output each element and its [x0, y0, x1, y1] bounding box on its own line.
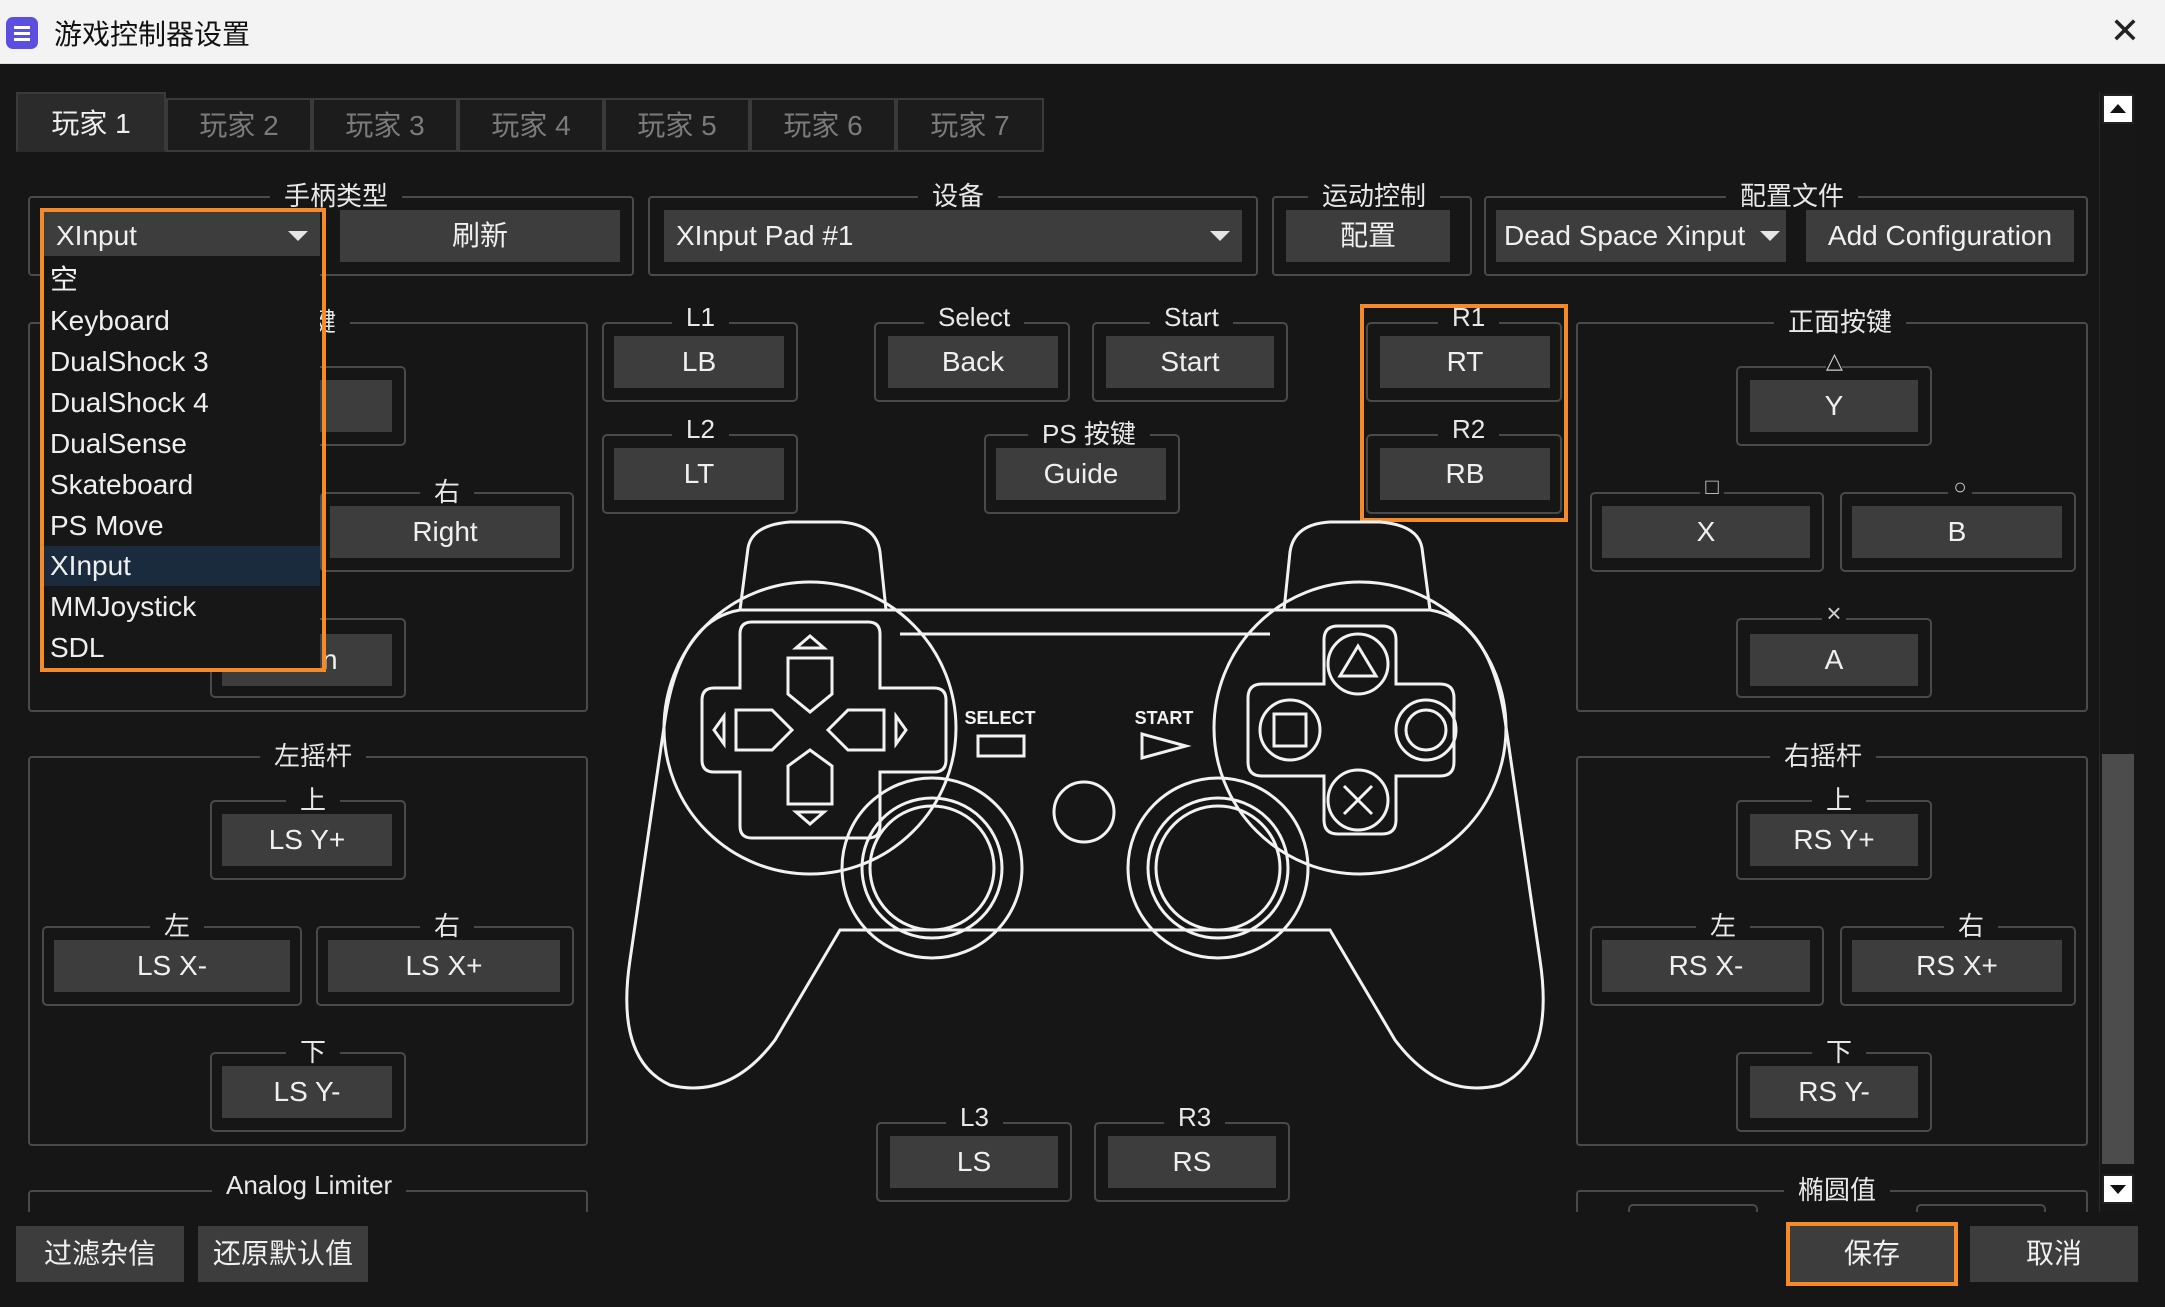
dpad-left-arrow: [712, 711, 726, 749]
ps-pad-button: [1052, 780, 1116, 844]
triangle-pad-symbol: [1337, 643, 1379, 678]
pad-select-text: SELECT: [964, 708, 1035, 728]
right-shoulder-outline: [1282, 520, 1432, 611]
filter-noise-button[interactable]: 过滤杂信: [16, 1226, 184, 1282]
scroll-up-button[interactable]: [2102, 94, 2134, 124]
cross-pad-symbol: [1342, 784, 1374, 816]
left-analog-inner: [868, 804, 996, 932]
gamepad-body-outline: [625, 608, 1545, 1090]
restore-defaults-button[interactable]: 还原默认值: [198, 1226, 368, 1282]
vertical-scrollbar[interactable]: [2099, 92, 2135, 1212]
scroll-thumb[interactable]: [2102, 754, 2134, 1164]
cancel-button[interactable]: 取消: [1970, 1226, 2138, 1282]
left-analog-ring: [860, 796, 1004, 940]
square-pad-symbol: [1272, 712, 1308, 748]
scroll-down-button[interactable]: [2102, 1174, 2134, 1204]
circle-pad-symbol: [1404, 708, 1448, 752]
right-analog-inner: [1154, 804, 1282, 932]
save-highlight: [1786, 1222, 1958, 1286]
controller-settings-window: 游戏控制器设置 ✕ 玩家 1 玩家 2 玩家 3 玩家 4 玩家 5 玩家 6 …: [0, 0, 2165, 1307]
dpad-right-arrow: [894, 711, 908, 749]
dpad-up-arrow: [791, 634, 829, 650]
handle-type-highlight: [40, 208, 326, 672]
chevron-up-icon: [2110, 104, 2126, 113]
triangle-pad-button: [1326, 632, 1390, 696]
dpad-down-arrow: [791, 810, 829, 826]
dpad-well: [662, 580, 958, 876]
dpad-plate: [700, 620, 948, 840]
right-analog-ring: [1146, 796, 1290, 940]
pad-start-text: START: [1135, 708, 1194, 728]
left-shoulder-outline: [738, 520, 888, 611]
start-pad-button: [1140, 732, 1192, 760]
dpad-right-shape: [825, 708, 886, 752]
dpad-down-shape: [786, 748, 834, 806]
chevron-down-icon: [2110, 1185, 2126, 1194]
select-pad-button: [976, 734, 1026, 758]
dpad-up-shape: [786, 656, 834, 714]
dpad-left-shape: [734, 708, 795, 752]
square-pad-button: [1258, 698, 1322, 762]
